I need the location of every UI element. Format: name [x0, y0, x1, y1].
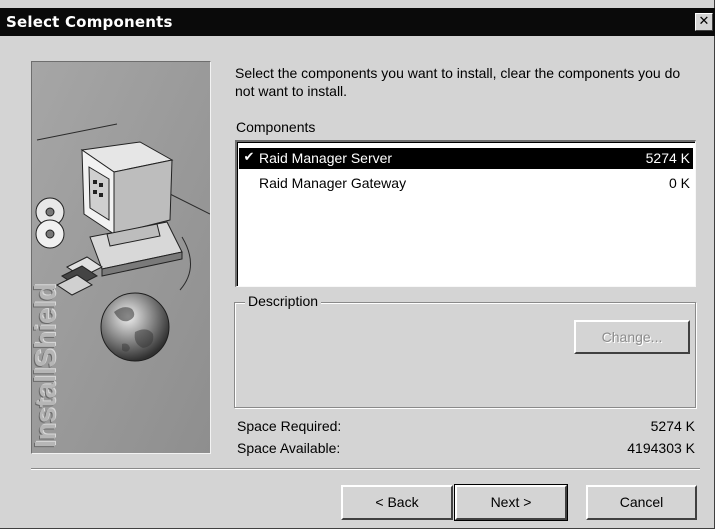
- space-required-row: Space Required: 5274 K: [237, 418, 695, 434]
- component-size: 0 K: [668, 175, 690, 191]
- component-name: Raid Manager Server: [259, 150, 393, 166]
- close-icon[interactable]: ✕: [695, 13, 713, 31]
- components-label: Components: [236, 119, 316, 135]
- footer-divider: [31, 468, 700, 470]
- space-available-row: Space Available: 4194303 K: [237, 440, 695, 456]
- back-button[interactable]: < Back: [341, 485, 453, 520]
- change-button[interactable]: Change...: [574, 320, 690, 354]
- computer-icon: [80, 141, 183, 277]
- checkmark-icon[interactable]: ✔: [240, 148, 258, 168]
- space-required-value: 5274 K: [650, 418, 695, 434]
- component-name: Raid Manager Gateway: [259, 175, 407, 191]
- globe-icon: [100, 292, 170, 362]
- description-group: [234, 302, 696, 408]
- description-label: Description: [245, 293, 322, 309]
- next-button[interactable]: Next >: [454, 484, 568, 521]
- space-available-label: Space Available:: [237, 440, 341, 456]
- window-title: Select Components: [6, 13, 173, 31]
- banner-brand-text: InstallShield: [31, 283, 62, 448]
- cancel-button[interactable]: Cancel: [586, 485, 697, 520]
- select-components-dialog: Select Components ✕ InstallShield Select…: [0, 0, 715, 529]
- title-bar[interactable]: Select Components ✕: [0, 8, 715, 36]
- instruction-text: Select the components you want to instal…: [235, 65, 681, 99]
- space-available-value: 4194303 K: [627, 440, 695, 456]
- space-required-label: Space Required:: [237, 418, 342, 434]
- component-size: 5274 K: [645, 150, 690, 166]
- components-list[interactable]: ✔ Raid Manager Server 5274 K Raid Manage…: [235, 140, 696, 287]
- component-item-raid-manager-gateway[interactable]: Raid Manager Gateway 0 K: [239, 173, 693, 194]
- component-item-raid-manager-server[interactable]: ✔ Raid Manager Server 5274 K: [239, 148, 693, 169]
- installshield-banner: InstallShield: [31, 61, 211, 454]
